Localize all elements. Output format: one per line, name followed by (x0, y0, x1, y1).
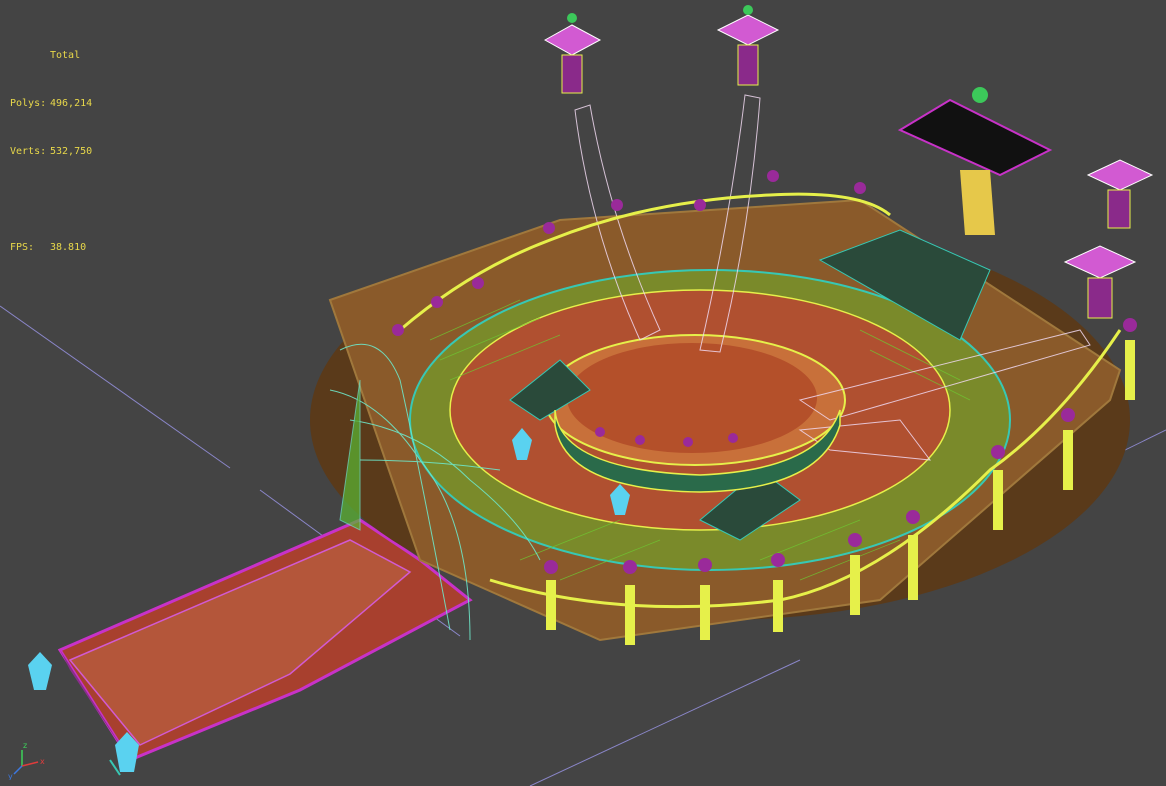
axis-gizmo: z x y (8, 741, 45, 780)
viewport-statistics: Total Polys: 496,214 Verts: 532,750 FPS:… (10, 16, 92, 288)
verts-label: Verts: (10, 146, 47, 157)
stats-polys-row: Polys: 496,214 (10, 96, 92, 112)
fps-label: FPS: (10, 242, 35, 253)
walkway-ramp (57, 518, 473, 776)
x-axis-icon (21, 761, 39, 767)
fps-value: 38.810 (50, 242, 87, 253)
y-axis-icon (13, 765, 23, 775)
y-axis-label: y (8, 772, 13, 780)
polys-value: 496,214 (50, 98, 93, 109)
stats-spacer (10, 192, 92, 208)
3d-viewport[interactable]: Total Polys: 496,214 Verts: 532,750 FPS:… (0, 0, 1166, 786)
stats-title: Total (50, 50, 81, 61)
x-axis-label: x (40, 757, 45, 766)
pavilion (897, 87, 1053, 235)
verts-value: 532,750 (50, 146, 93, 157)
z-axis-label: z (23, 741, 27, 750)
polys-label: Polys: (10, 98, 47, 109)
stats-verts-row: Verts: 532,750 (10, 144, 92, 160)
scene-render[interactable] (0, 0, 1166, 786)
stats-fps-row: FPS: 38.810 (10, 240, 92, 256)
